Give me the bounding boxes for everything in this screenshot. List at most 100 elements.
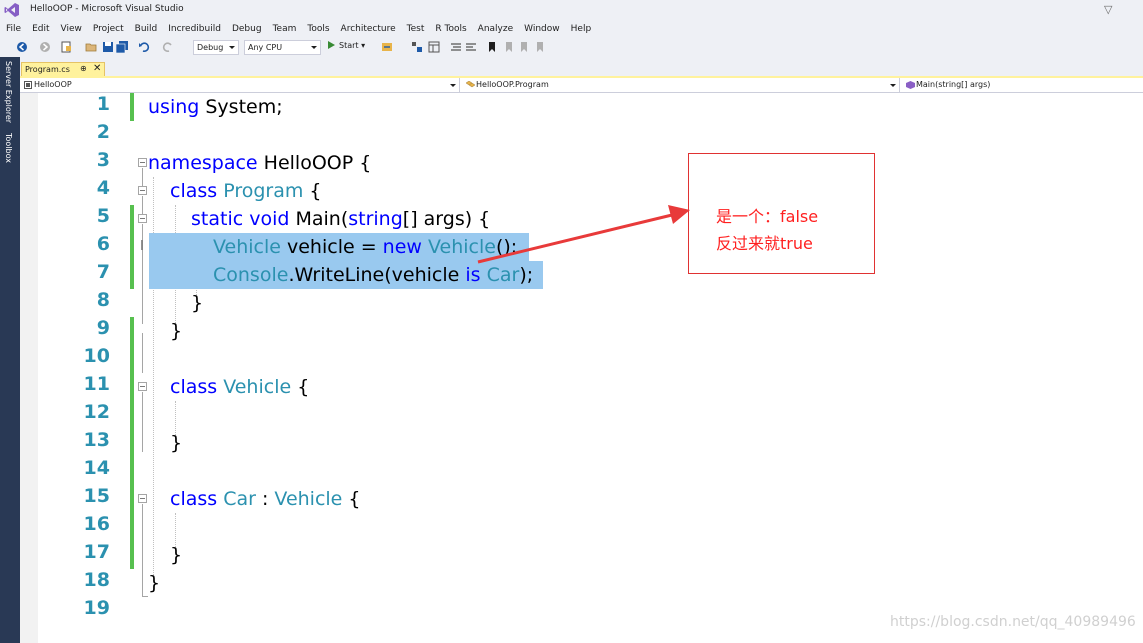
menu-bar: File Edit View Project Build Incredibuil… (0, 21, 1143, 37)
code-keyword: class (170, 180, 218, 202)
pin-icon[interactable]: ⊕ (80, 64, 87, 73)
code-line-5: static void Main(string[] args) { (191, 205, 490, 233)
open-file-icon[interactable] (85, 41, 97, 53)
code-type: Vehicle (421, 236, 496, 258)
menu-edit[interactable]: Edit (26, 21, 54, 37)
platform-value: Any CPU (248, 43, 283, 52)
navigate-back-icon[interactable] (16, 41, 28, 53)
server-explorer-tab[interactable]: Server Explorer (4, 61, 13, 123)
outline-line (142, 504, 143, 596)
collapse-class-program-icon[interactable] (138, 186, 147, 195)
undo-icon[interactable] (138, 41, 150, 53)
save-all-icon[interactable] (116, 41, 128, 53)
type-value: HelloOOP.Program (476, 80, 549, 89)
code-keyword: using (148, 96, 200, 118)
close-icon[interactable]: ✕ (93, 63, 101, 74)
change-indicator (130, 93, 134, 121)
menu-project[interactable]: Project (87, 21, 129, 37)
new-project-icon[interactable] (60, 41, 72, 53)
uncomment-lines-icon[interactable] (465, 41, 477, 53)
menu-analyze[interactable]: Analyze (472, 21, 518, 37)
line-number: 12 (83, 401, 110, 423)
platform-select[interactable]: Any CPU (244, 40, 321, 55)
code-line-9: } (170, 317, 182, 345)
filter-icon[interactable]: ▽ (1104, 3, 1112, 16)
menu-incredibuild[interactable]: Incredibuild (162, 21, 226, 37)
next-bookmark-icon[interactable] (518, 41, 530, 53)
chevron-down-icon (890, 84, 896, 87)
type-select[interactable]: HelloOOP.Program (462, 78, 900, 92)
code-text: (); (495, 236, 518, 258)
code-text: Main( (289, 208, 349, 230)
line-number: 14 (83, 457, 110, 479)
previous-bookmark-icon[interactable] (503, 41, 515, 53)
browser-link-icon[interactable] (381, 41, 393, 53)
bookmark-icon[interactable] (486, 41, 498, 53)
tab-program-cs[interactable]: Program.cs ⊕ ✕ (21, 62, 105, 77)
menu-window[interactable]: Window (518, 21, 565, 37)
member-select[interactable]: Main(string[] args) (902, 78, 1143, 92)
annotation-callout: 是一个：false 反过来就true (688, 153, 875, 274)
code-line-7: Console.WriteLine(vehicle is Car); (213, 261, 533, 289)
navigation-bar: HelloOOP HelloOOP.Program Main(string[] … (20, 78, 1143, 93)
line-number: 8 (96, 289, 110, 311)
line-number: 11 (83, 373, 110, 395)
menu-debug[interactable]: Debug (226, 21, 267, 37)
line-number: 7 (96, 261, 110, 283)
line-number: 2 (96, 121, 110, 143)
configuration-select[interactable]: Debug (193, 40, 239, 55)
menu-tools[interactable]: Tools (301, 21, 334, 37)
collapse-class-vehicle-icon[interactable] (138, 382, 147, 391)
visual-studio-logo-icon (4, 3, 19, 17)
collapse-method-main-icon[interactable] (138, 214, 147, 223)
menu-build[interactable]: Build (129, 21, 163, 37)
save-icon[interactable] (102, 41, 114, 53)
menu-file[interactable]: File (0, 21, 26, 37)
menu-architecture[interactable]: Architecture (335, 21, 401, 37)
chevron-down-icon (311, 46, 317, 49)
code-text: } (170, 544, 183, 566)
annotation-line-2: 反过来就true (716, 234, 813, 253)
class-icon (466, 81, 475, 88)
collapse-class-car-icon[interactable] (138, 494, 147, 503)
start-debugging-button[interactable]: Start ▾ (328, 41, 365, 50)
member-value: Main(string[] args) (916, 80, 991, 89)
code-keyword: string (348, 208, 403, 230)
solution-explorer-icon[interactable] (411, 41, 423, 53)
menu-test[interactable]: Test (401, 21, 430, 37)
code-type: Console (213, 264, 289, 286)
code-text: { (291, 376, 310, 398)
code-line-4: class Program { (170, 177, 322, 205)
collapse-namespace-icon[interactable] (138, 158, 147, 167)
code-line-6: Vehicle vehicle = new Vehicle(); (213, 233, 517, 261)
code-type: Car (217, 488, 256, 510)
project-value: HelloOOP (34, 80, 72, 89)
code-text: } (170, 320, 183, 342)
menu-r-tools[interactable]: R Tools (429, 21, 471, 37)
toolbox-tab[interactable]: Toolbox (4, 133, 13, 163)
menu-help[interactable]: Help (565, 21, 597, 37)
side-tool-tabs: Server Explorer Toolbox (0, 57, 20, 643)
outline-line (142, 392, 143, 452)
menu-view[interactable]: View (55, 21, 87, 37)
line-number: 17 (83, 541, 110, 563)
code-text: } (170, 432, 183, 454)
change-indicator (130, 317, 134, 569)
line-number: 18 (83, 569, 110, 591)
clear-bookmarks-icon[interactable] (534, 41, 546, 53)
code-text: } (148, 572, 161, 594)
class-view-icon[interactable] (428, 41, 440, 53)
code-keyword: static (191, 208, 244, 230)
project-select[interactable]: HelloOOP (20, 78, 460, 92)
menu-team[interactable]: Team (267, 21, 302, 37)
code-line-13: } (170, 429, 182, 457)
navigate-forward-icon[interactable] (39, 41, 51, 53)
line-number: 15 (83, 485, 110, 507)
chevron-down-icon (450, 84, 456, 87)
code-editor[interactable]: 1 2 3 4 5 6 7 8 9 10 11 12 13 14 15 16 1… (20, 93, 1143, 643)
code-line-11: class Vehicle { (170, 373, 309, 401)
line-number: 3 (96, 149, 110, 171)
comment-lines-icon[interactable] (450, 41, 462, 53)
redo-icon[interactable] (162, 41, 174, 53)
code-line-18: } (148, 569, 160, 597)
